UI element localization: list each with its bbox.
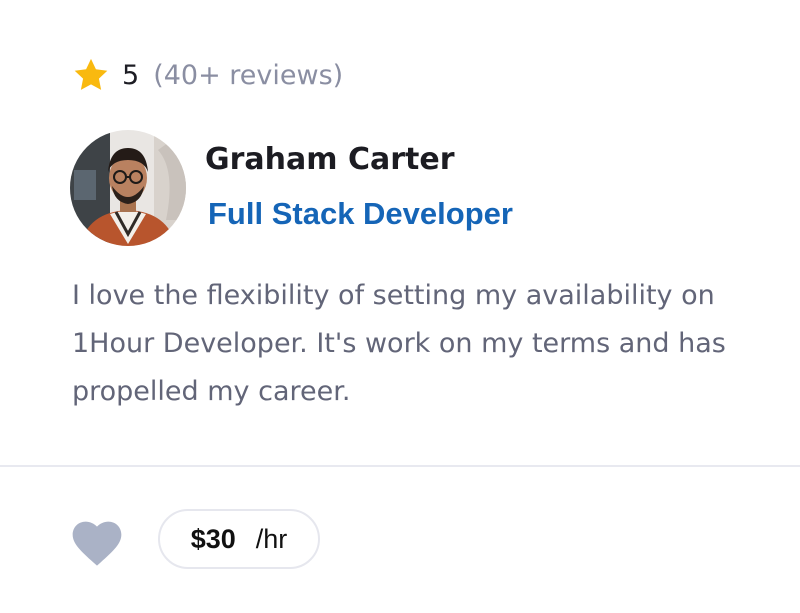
price-unit: /hr: [255, 523, 288, 554]
testimonial-card: 5 (40+ reviews) Graham Carter Full Stack…: [0, 0, 800, 613]
price-amount: $30: [190, 523, 236, 554]
avatar: [70, 130, 186, 246]
rating-value: 5: [122, 59, 140, 91]
profile-name: Graham Carter: [205, 142, 455, 177]
star-icon: [72, 56, 110, 94]
favorite-button[interactable]: [68, 515, 126, 567]
reviews-count[interactable]: (40+ reviews): [153, 60, 343, 91]
profile-role: Full Stack Developer: [208, 196, 513, 231]
divider: [0, 465, 800, 467]
rating-row: 5 (40+ reviews): [72, 52, 343, 98]
heart-icon: [68, 521, 126, 571]
testimonial-text: I love the flexibility of setting my ava…: [72, 280, 726, 407]
price-badge: $30 /hr: [158, 509, 320, 569]
